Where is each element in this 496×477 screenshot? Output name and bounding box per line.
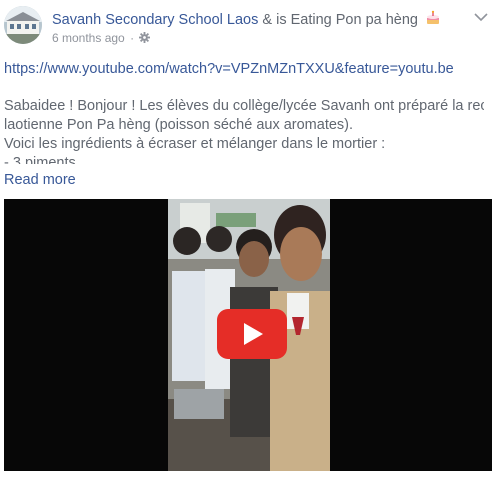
video-player[interactable] (4, 199, 492, 471)
author-name-link[interactable]: Savanh Secondary School Laos (52, 12, 258, 28)
meta-separator: · (130, 31, 135, 45)
post-meta: 6 months ago · (52, 31, 151, 45)
avatar[interactable] (4, 6, 42, 44)
activity-text: & is Eating Pon pa hèng (262, 12, 418, 28)
read-more-link[interactable]: Read more (4, 172, 76, 188)
youtube-play-icon (217, 309, 287, 359)
shared-video-link[interactable]: https://www.youtube.com/watch?v=VPZnMZnT… (4, 61, 454, 77)
gear-icon[interactable] (139, 32, 151, 43)
body-line: Voici les ingrédients à écraser et mélan… (4, 136, 386, 152)
post-timestamp[interactable]: 6 months ago (52, 31, 125, 45)
cake-icon (425, 10, 441, 26)
post-header: Savanh Secondary School Laos & is Eating… (52, 10, 441, 28)
body-line: Sabaidee ! Bonjour ! Les élèves du collè… (4, 98, 484, 114)
post-options-button[interactable] (472, 10, 490, 24)
body-line: - 3 piments (4, 155, 76, 164)
post-body: Sabaidee ! Bonjour ! Les élèves du collè… (4, 97, 484, 164)
play-button[interactable] (217, 309, 287, 359)
school-avatar-image (4, 6, 42, 44)
feed-post: Savanh Secondary School Laos & is Eating… (0, 0, 496, 477)
chevron-down-icon (474, 13, 488, 22)
body-line: laotienne Pon Pa hèng (poisson séché aux… (4, 117, 354, 133)
